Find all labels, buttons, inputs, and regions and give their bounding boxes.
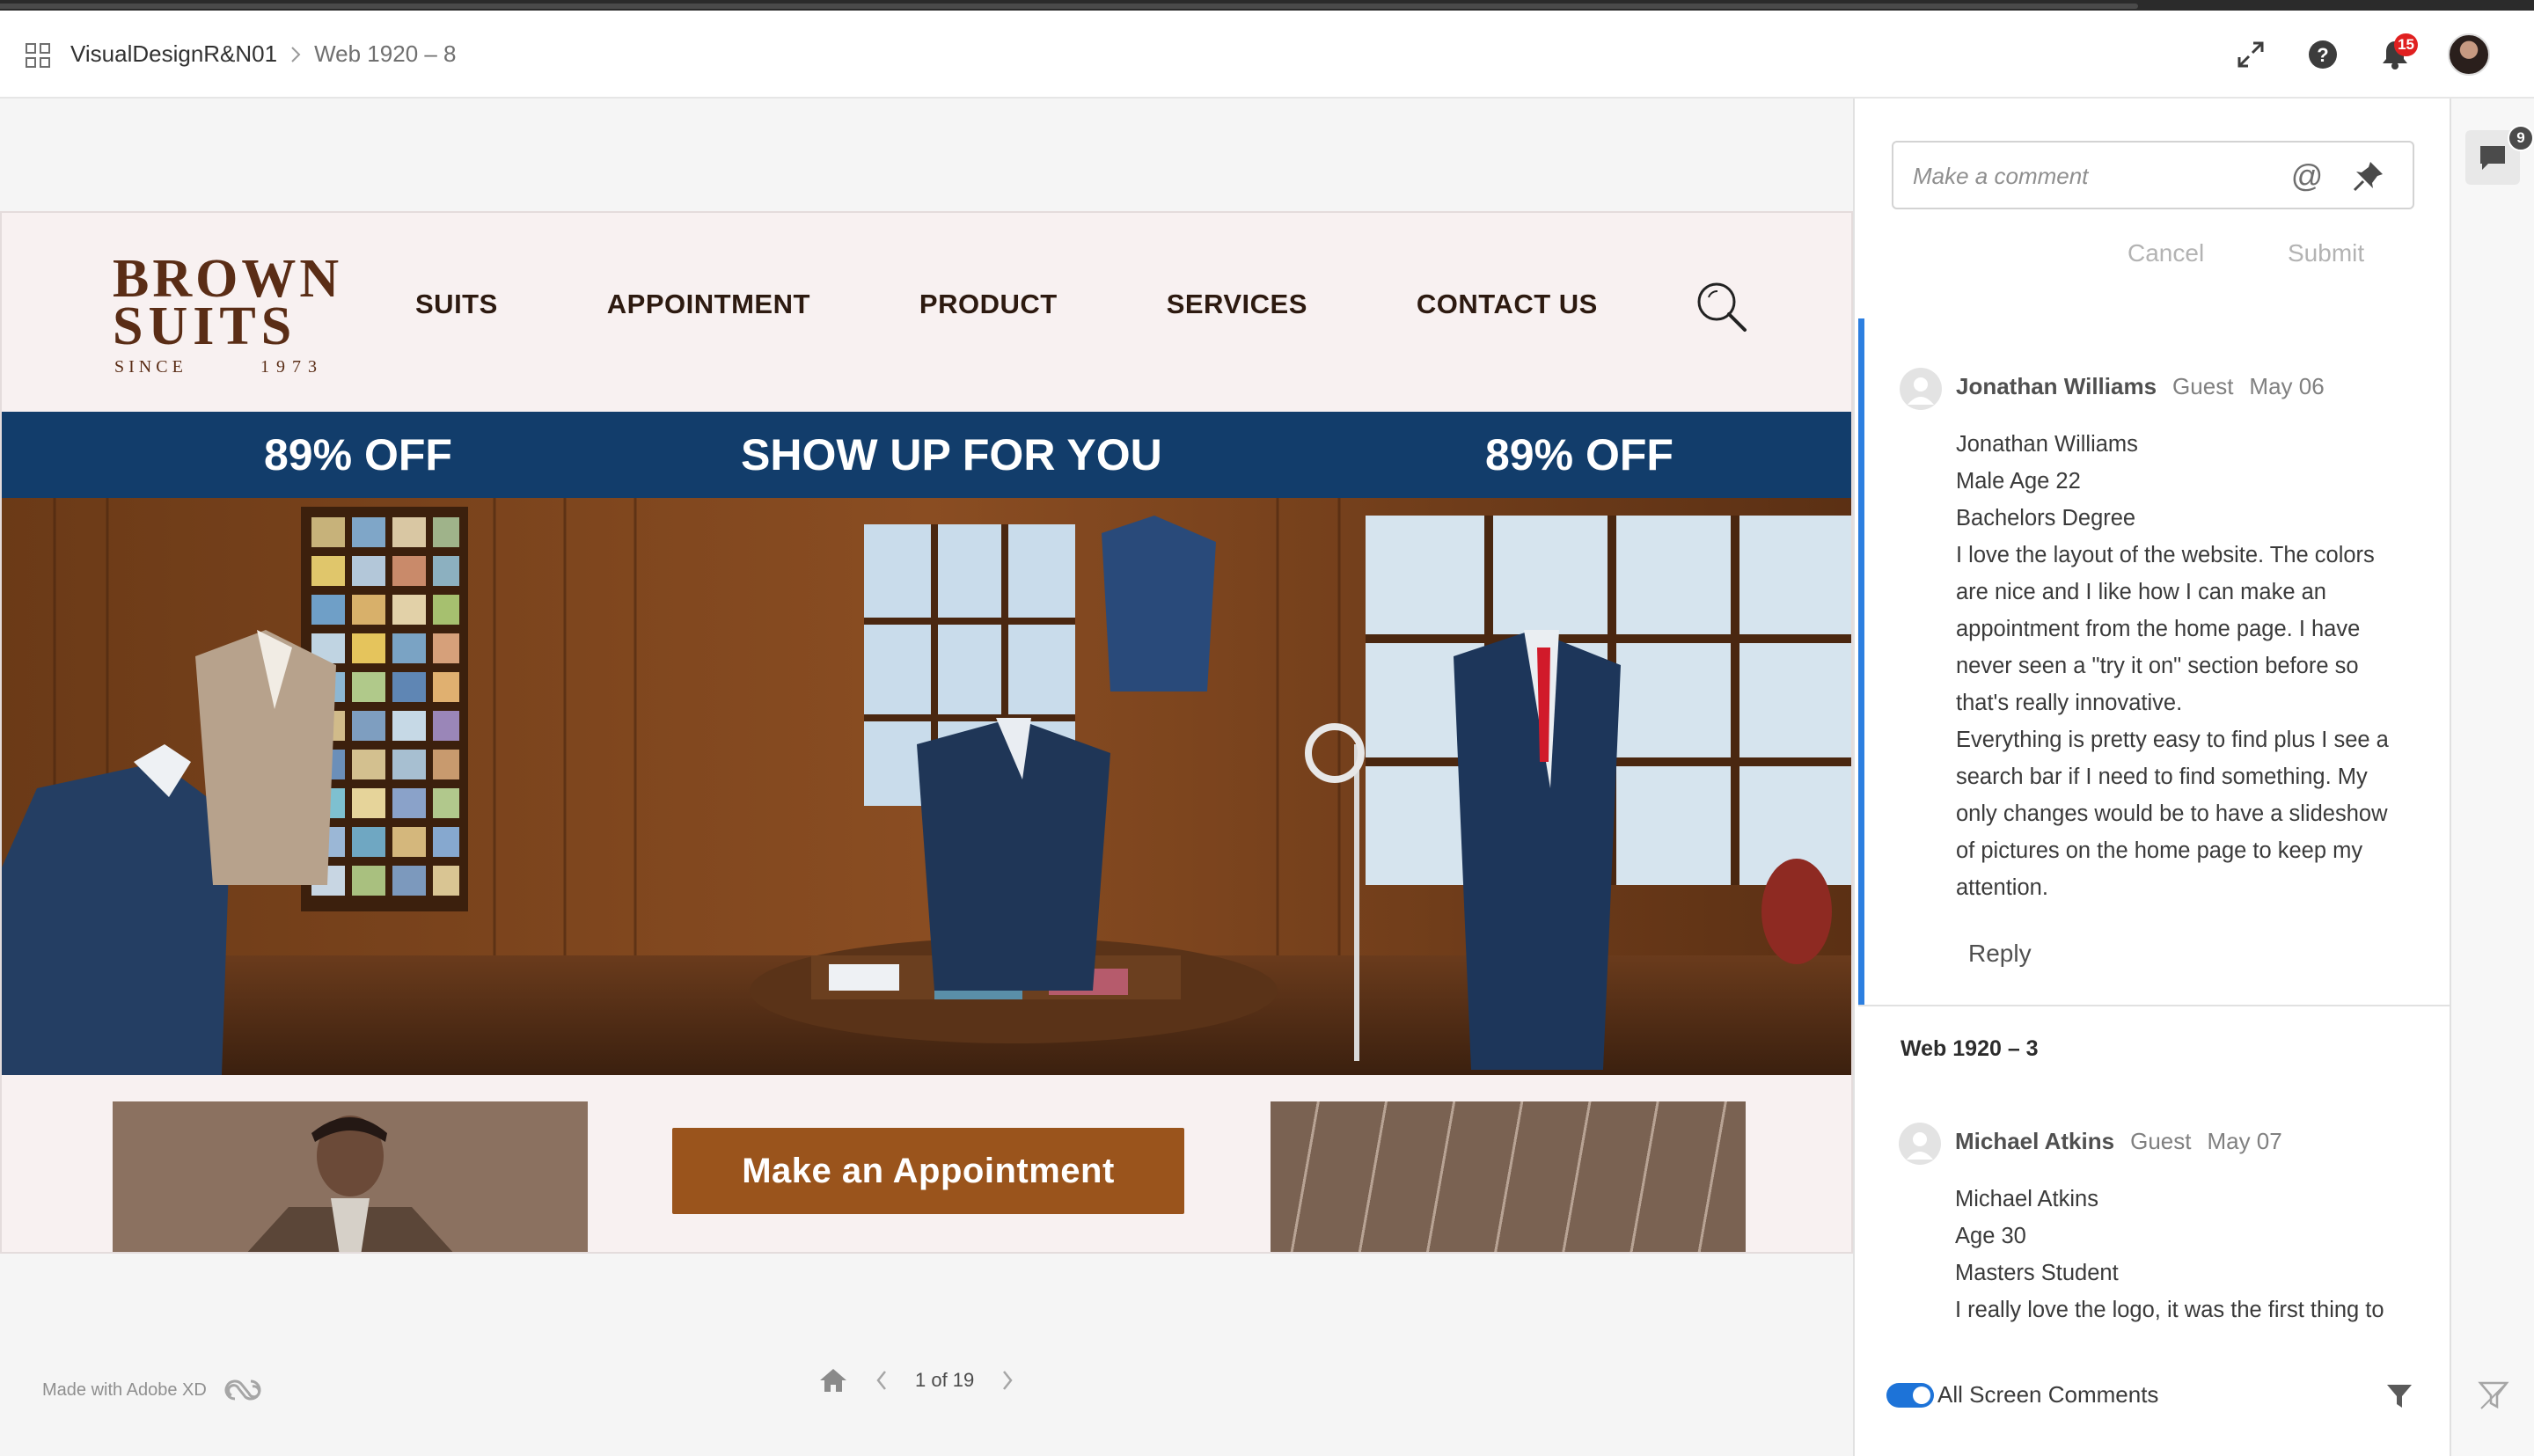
page-navigation: 1 of 19 bbox=[818, 1367, 1014, 1394]
comment-header: Michael Atkins Guest May 07 bbox=[1955, 1128, 2282, 1155]
right-rail: 9 bbox=[2450, 99, 2534, 1456]
comment-thread-selected[interactable]: Jonathan Williams Guest May 06 Jonathan … bbox=[1858, 318, 2451, 1005]
logo-line2: SUITS bbox=[113, 296, 297, 356]
nav-appointment[interactable]: APPOINTMENT bbox=[607, 289, 810, 320]
model-image bbox=[113, 1101, 588, 1252]
user-avatar[interactable] bbox=[2448, 33, 2490, 76]
promo-banner: 89% OFF SHOW UP FOR YOU 89% OFF bbox=[2, 412, 1851, 498]
comment-line: never seen a "try it on" section before … bbox=[1956, 654, 2359, 678]
page-indicator: 1 of 19 bbox=[915, 1369, 975, 1391]
grid-icon[interactable] bbox=[25, 42, 51, 69]
nav-services[interactable]: SERVICES bbox=[1167, 289, 1307, 320]
artboard-section-title[interactable]: Web 1920 – 3 bbox=[1900, 1036, 2039, 1062]
comments-toggle-button[interactable]: 9 bbox=[2465, 125, 2534, 185]
reply-button[interactable]: Reply bbox=[1968, 940, 2032, 968]
comment-line: Michael Atkins bbox=[1955, 1187, 2098, 1211]
filter-outline-icon[interactable] bbox=[2478, 1379, 2509, 1411]
comment-line: of pictures on the home page to keep my bbox=[1956, 838, 2363, 863]
creative-cloud-icon[interactable] bbox=[223, 1376, 263, 1404]
comment-body: Jonathan Williams Male Age 22 Bachelors … bbox=[1956, 426, 2413, 906]
comment-icon bbox=[2480, 146, 2505, 170]
commenter-role: Guest bbox=[2172, 373, 2234, 399]
banner-center-text: SHOW UP FOR YOU bbox=[741, 430, 1162, 479]
brown-suits-logo[interactable]: BROWN SUITS SINCE 1973 bbox=[113, 248, 341, 380]
hero-image bbox=[2, 498, 1851, 1075]
site-navbar: BROWN SUITS SINCE 1973 SUITS APPOINTMENT… bbox=[2, 213, 1851, 412]
search-icon[interactable] bbox=[1695, 280, 1749, 334]
breadcrumb-page: Web 1920 – 8 bbox=[314, 40, 457, 67]
chevron-right-icon[interactable] bbox=[1000, 1369, 1014, 1392]
comment-line: Age 30 bbox=[1955, 1224, 2026, 1248]
comment-line: only changes would be to have a slidesho… bbox=[1956, 801, 2388, 826]
made-with-label: Made with Adobe XD bbox=[42, 1379, 207, 1400]
commenter-avatar bbox=[1900, 368, 1942, 410]
banner-right-text: 89% OFF bbox=[1485, 430, 1673, 479]
comment-date: May 07 bbox=[2207, 1128, 2282, 1154]
comments-panel: @ Cancel Submit Jonathan Williams Guest … bbox=[1853, 99, 2451, 1456]
cancel-button[interactable]: Cancel bbox=[2128, 239, 2204, 267]
comment-date: May 06 bbox=[2249, 373, 2325, 399]
comment-line: Masters Student bbox=[1955, 1261, 2119, 1285]
chevron-right-icon bbox=[291, 46, 301, 62]
comment-header: Jonathan Williams Guest May 06 bbox=[1956, 373, 2325, 400]
breadcrumb: VisualDesignR&N01 Web 1920 – 8 bbox=[70, 40, 457, 68]
prototype-canvas: BROWN SUITS SINCE 1973 SUITS APPOINTMENT… bbox=[0, 99, 1853, 1456]
submit-button[interactable]: Submit bbox=[2288, 239, 2364, 267]
comment-input[interactable] bbox=[1913, 158, 2282, 194]
commenter-name: Jonathan Williams bbox=[1956, 373, 2157, 399]
make-appointment-button[interactable]: Make an Appointment bbox=[672, 1128, 1184, 1214]
user-icon bbox=[1907, 1132, 1933, 1160]
breadcrumb-project[interactable]: VisualDesignR&N01 bbox=[70, 40, 277, 68]
site-nav-links: SUITS APPOINTMENT PRODUCT SERVICES CONTA… bbox=[415, 289, 1707, 320]
filter-icon[interactable] bbox=[2384, 1381, 2414, 1411]
tab-strip bbox=[0, 4, 2138, 9]
comment-line: Everything is pretty easy to find plus I… bbox=[1956, 728, 2389, 752]
user-icon bbox=[1908, 377, 1934, 405]
comment-line: Jonathan Williams bbox=[1956, 432, 2138, 457]
app-header: VisualDesignR&N01 Web 1920 – 8 ? 15 bbox=[0, 11, 2534, 99]
commenter-avatar bbox=[1899, 1123, 1941, 1165]
fullscreen-button[interactable] bbox=[2231, 35, 2270, 74]
all-screen-comments-toggle[interactable] bbox=[1886, 1383, 1934, 1408]
nav-suits[interactable]: SUITS bbox=[415, 289, 498, 320]
comment-line: I really love the logo, it was the first… bbox=[1955, 1298, 2384, 1322]
comment-box: @ bbox=[1892, 141, 2414, 209]
made-with-xd: Made with Adobe XD bbox=[42, 1376, 263, 1404]
prototype-artboard: BROWN SUITS SINCE 1973 SUITS APPOINTMENT… bbox=[0, 211, 1853, 1254]
expand-icon bbox=[2237, 41, 2264, 68]
comment-body: Michael Atkins Age 30 Masters Student I … bbox=[1955, 1181, 2413, 1328]
feature-row: Make an Appointment bbox=[2, 1101, 1851, 1252]
comment-count-badge: 9 bbox=[2508, 125, 2534, 151]
comment-line: are nice and I like how I can make an bbox=[1956, 580, 2326, 604]
help-button[interactable]: ? bbox=[2303, 35, 2342, 74]
svg-text:?: ? bbox=[2317, 44, 2328, 66]
comment-line: I love the layout of the website. The co… bbox=[1956, 543, 2375, 567]
comment-line: search bar if I need to find something. … bbox=[1956, 765, 2368, 789]
header-actions: ? 15 bbox=[2231, 33, 2490, 76]
help-icon: ? bbox=[2309, 40, 2337, 69]
comment-line: that's really innovative. bbox=[1956, 691, 2183, 715]
banner-left-text: 89% OFF bbox=[264, 430, 452, 479]
fabric-image bbox=[1271, 1101, 1746, 1252]
mention-icon[interactable]: @ bbox=[2288, 157, 2326, 195]
comment-line: attention. bbox=[1956, 875, 2048, 900]
logo-year: 1973 bbox=[260, 357, 324, 377]
nav-product[interactable]: PRODUCT bbox=[919, 289, 1058, 320]
commenter-name: Michael Atkins bbox=[1955, 1128, 2115, 1154]
comment-line: appointment from the home page. I have bbox=[1956, 617, 2361, 641]
comment-line: Male Age 22 bbox=[1956, 469, 2081, 494]
commenter-role: Guest bbox=[2130, 1128, 2192, 1154]
browser-top-strip bbox=[0, 0, 2534, 11]
notifications-button[interactable]: 15 bbox=[2376, 33, 2418, 74]
comments-footer: All Screen Comments bbox=[1855, 1357, 2451, 1456]
nav-contact-us[interactable]: CONTACT US bbox=[1417, 289, 1598, 320]
logo-since: SINCE bbox=[114, 357, 187, 377]
comment-line: Bachelors Degree bbox=[1956, 506, 2136, 530]
chevron-left-icon[interactable] bbox=[875, 1369, 889, 1392]
thread-divider bbox=[1858, 1005, 2451, 1006]
notification-badge: 15 bbox=[2394, 33, 2418, 56]
pin-icon[interactable] bbox=[2351, 158, 2386, 194]
home-icon[interactable] bbox=[818, 1367, 848, 1394]
toggle-label: All Screen Comments bbox=[1937, 1381, 2159, 1408]
